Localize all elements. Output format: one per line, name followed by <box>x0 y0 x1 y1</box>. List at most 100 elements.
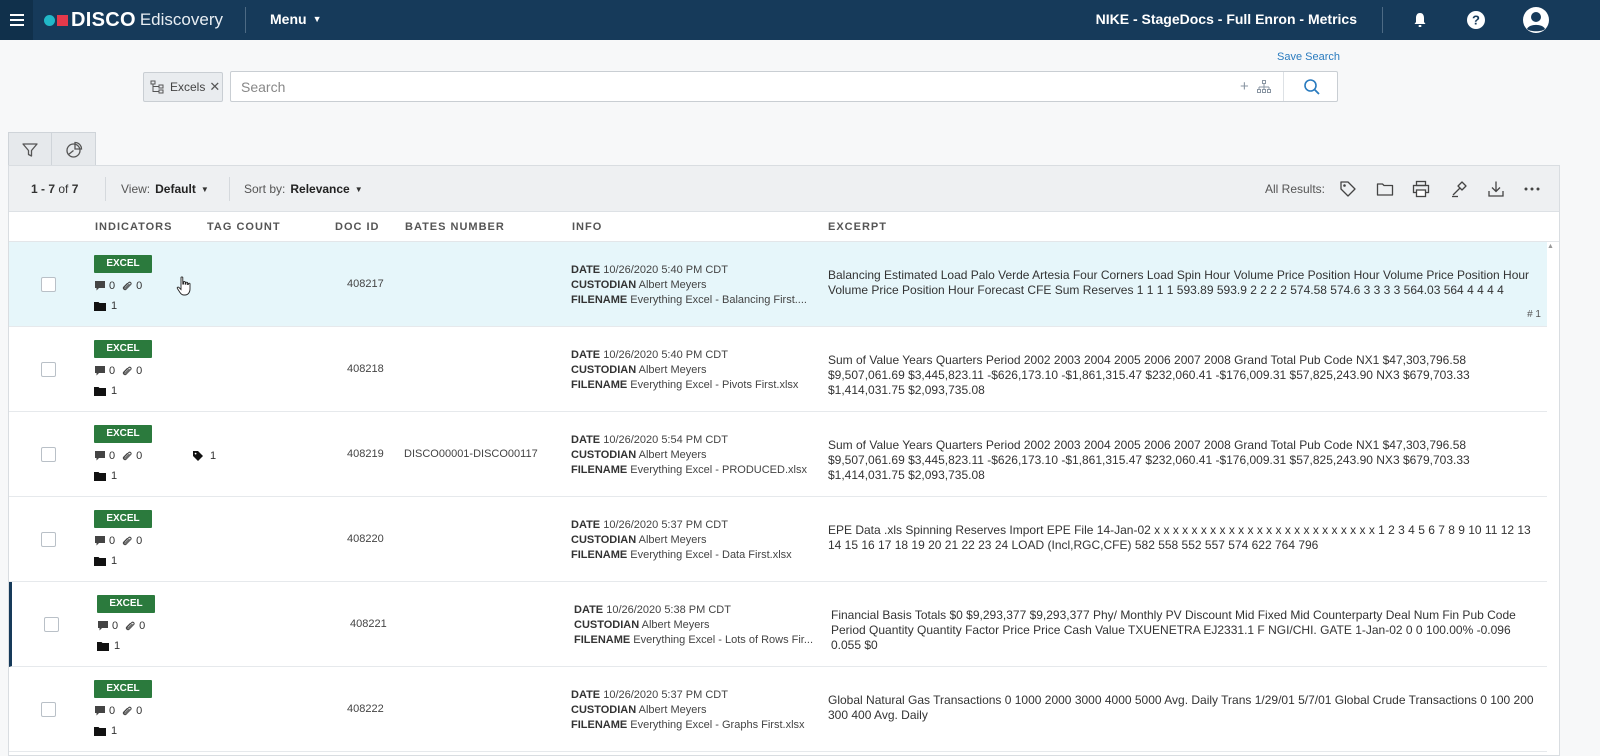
col-info[interactable]: INFO <box>572 221 602 233</box>
note-count: 0 <box>112 620 119 632</box>
save-search-link[interactable]: Save Search <box>1277 51 1340 63</box>
top-bar: DISCO Ediscovery Menu ▼ NIKE - StageDocs … <box>0 0 1600 40</box>
results-count: 1 - 7 of 7 <box>31 182 78 196</box>
app-logo[interactable]: DISCO Ediscovery <box>44 9 223 31</box>
help-icon[interactable]: ? <box>1464 8 1488 32</box>
scroll-up-icon[interactable]: ▲ <box>1547 243 1554 250</box>
doc-date: 10/26/2020 5:37 PM CDT <box>603 689 728 701</box>
divider <box>105 177 106 201</box>
add-icon[interactable]: + <box>1240 78 1249 95</box>
bell-icon[interactable] <box>1408 8 1432 32</box>
doc-filename: Everything Excel - Balancing First.... <box>630 294 807 306</box>
table-row[interactable]: EXCEL 0 0 1 408220 DATE 10/26/2020 5:37 PM CD… <box>9 497 1547 582</box>
tag-icon[interactable] <box>1337 178 1359 200</box>
menu-label: Menu <box>270 11 307 27</box>
view-label: View: <box>121 182 151 196</box>
more-icon[interactable] <box>1521 178 1543 200</box>
note-count: 0 <box>109 280 116 292</box>
scrollbar[interactable]: ▲ <box>1546 241 1556 741</box>
table-row[interactable]: EXCEL 0 0 1 408217 DATE 10/26/2020 5:40 PM CD… <box>9 242 1547 327</box>
doc-custodian: Albert Meyers <box>638 279 707 291</box>
paperclip-icon <box>122 451 132 461</box>
view-dropdown[interactable]: View: Default ▼ <box>121 182 209 196</box>
note-icon <box>95 366 105 376</box>
attachment-count: 0 <box>136 705 143 717</box>
chevron-down-icon: ▼ <box>354 185 363 194</box>
search-icon[interactable] <box>1303 78 1321 96</box>
search-bar: + <box>230 71 1338 102</box>
table-row[interactable]: EXCEL 0 0 1 408218 DATE 10/26/2020 5:40 PM CD… <box>9 327 1547 412</box>
row-checkbox[interactable] <box>44 617 59 632</box>
download-icon[interactable] <box>1485 178 1507 200</box>
search-input[interactable] <box>241 78 1221 96</box>
chevron-down-icon: ▼ <box>200 185 209 194</box>
doc-filename: Everything Excel - Data First.xlsx <box>630 549 792 561</box>
row-checkbox[interactable] <box>41 277 56 292</box>
col-indicators[interactable]: INDICATORS <box>95 221 172 233</box>
doc-excerpt: Financial Basis Totals $0 $9,293,377 $9,… <box>831 608 1516 652</box>
folder-icon[interactable] <box>1374 178 1396 200</box>
folder-icon <box>94 727 106 736</box>
table-row[interactable]: EXCEL 0 0 1 408221 DATE 10/26/2020 5:38 PM CD… <box>9 582 1547 667</box>
doc-id[interactable]: 408221 <box>350 618 387 630</box>
menu-icon[interactable] <box>0 0 33 40</box>
doc-id[interactable]: 408222 <box>347 703 384 715</box>
doc-id[interactable]: 408219 <box>347 448 384 460</box>
doc-custodian: Albert Meyers <box>638 449 707 461</box>
col-tag-count[interactable]: TAG COUNT <box>207 221 281 233</box>
row-checkbox[interactable] <box>41 362 56 377</box>
view-value: Default <box>155 182 196 196</box>
sort-dropdown[interactable]: Sort by: Relevance ▼ <box>244 182 363 196</box>
row-checkbox[interactable] <box>41 702 56 717</box>
doc-excerpt: Balancing Estimated Load Palo Verde Arte… <box>828 268 1530 297</box>
file-type-badge: EXCEL <box>94 510 152 528</box>
table-row[interactable]: EXCEL 0 0 1 408222 DATE 10/26/2020 5:37 PM CD… <box>9 667 1547 752</box>
doc-custodian: Albert Meyers <box>638 704 707 716</box>
row-checkbox[interactable] <box>41 532 56 547</box>
folder-indicator: 1 <box>97 640 120 652</box>
col-doc-id[interactable]: DOC ID <box>335 221 380 233</box>
attachment-count: 0 <box>136 450 143 462</box>
doc-id[interactable]: 408218 <box>347 363 384 375</box>
folder-indicator: 1 <box>94 555 117 567</box>
results-toolbar: 1 - 7 of 7 View: Default ▼ Sort by: Relevan… <box>9 166 1559 212</box>
file-type-badge: EXCEL <box>94 340 152 358</box>
folder-count: 1 <box>111 300 118 312</box>
project-title: NIKE - StageDocs - Full Enron - Metrics <box>1095 11 1357 27</box>
attachment-count: 0 <box>136 365 143 377</box>
redact-icon[interactable] <box>1448 178 1470 200</box>
close-icon[interactable]: ✕ <box>209 79 220 95</box>
doc-info: DATE 10/26/2020 5:40 PM CDT CUSTODIAN Alb… <box>571 263 811 308</box>
divider <box>245 7 246 33</box>
svg-text:?: ? <box>1472 13 1480 28</box>
note-count: 0 <box>109 705 116 717</box>
col-excerpt[interactable]: EXCERPT <box>828 221 887 233</box>
folder-icon <box>97 642 109 651</box>
hierarchy-icon[interactable] <box>1257 80 1271 94</box>
saved-search-chip[interactable]: Excels ✕ <box>143 72 223 102</box>
folder-count: 1 <box>111 385 118 397</box>
col-bates-number[interactable]: BATES NUMBER <box>405 221 505 233</box>
folder-indicator: 1 <box>94 300 117 312</box>
divider <box>1283 72 1284 101</box>
user-icon[interactable] <box>1522 6 1550 34</box>
filter-tab[interactable] <box>8 132 52 166</box>
hierarchy-icon <box>150 80 164 94</box>
table-row[interactable]: EXCEL 0 0 1 1 408219 DISCO00001-DISCO00117 DATE… <box>9 412 1547 497</box>
folder-icon <box>94 557 106 566</box>
print-icon[interactable] <box>1410 178 1432 200</box>
doc-date: 10/26/2020 5:40 PM CDT <box>603 264 728 276</box>
doc-id[interactable]: 408220 <box>347 533 384 545</box>
paperclip-icon <box>122 706 132 716</box>
folder-icon <box>94 472 106 481</box>
doc-custodian: Albert Meyers <box>641 619 710 631</box>
row-checkbox[interactable] <box>41 447 56 462</box>
note-count: 0 <box>109 535 116 547</box>
paperclip-icon <box>122 536 132 546</box>
folder-icon <box>94 302 106 311</box>
attachment-count: 0 <box>136 535 143 547</box>
doc-id[interactable]: 408217 <box>347 278 384 290</box>
tag-count-value: 1 <box>210 450 217 462</box>
analytics-tab[interactable] <box>52 132 96 166</box>
main-menu-button[interactable]: Menu ▼ <box>270 11 321 27</box>
